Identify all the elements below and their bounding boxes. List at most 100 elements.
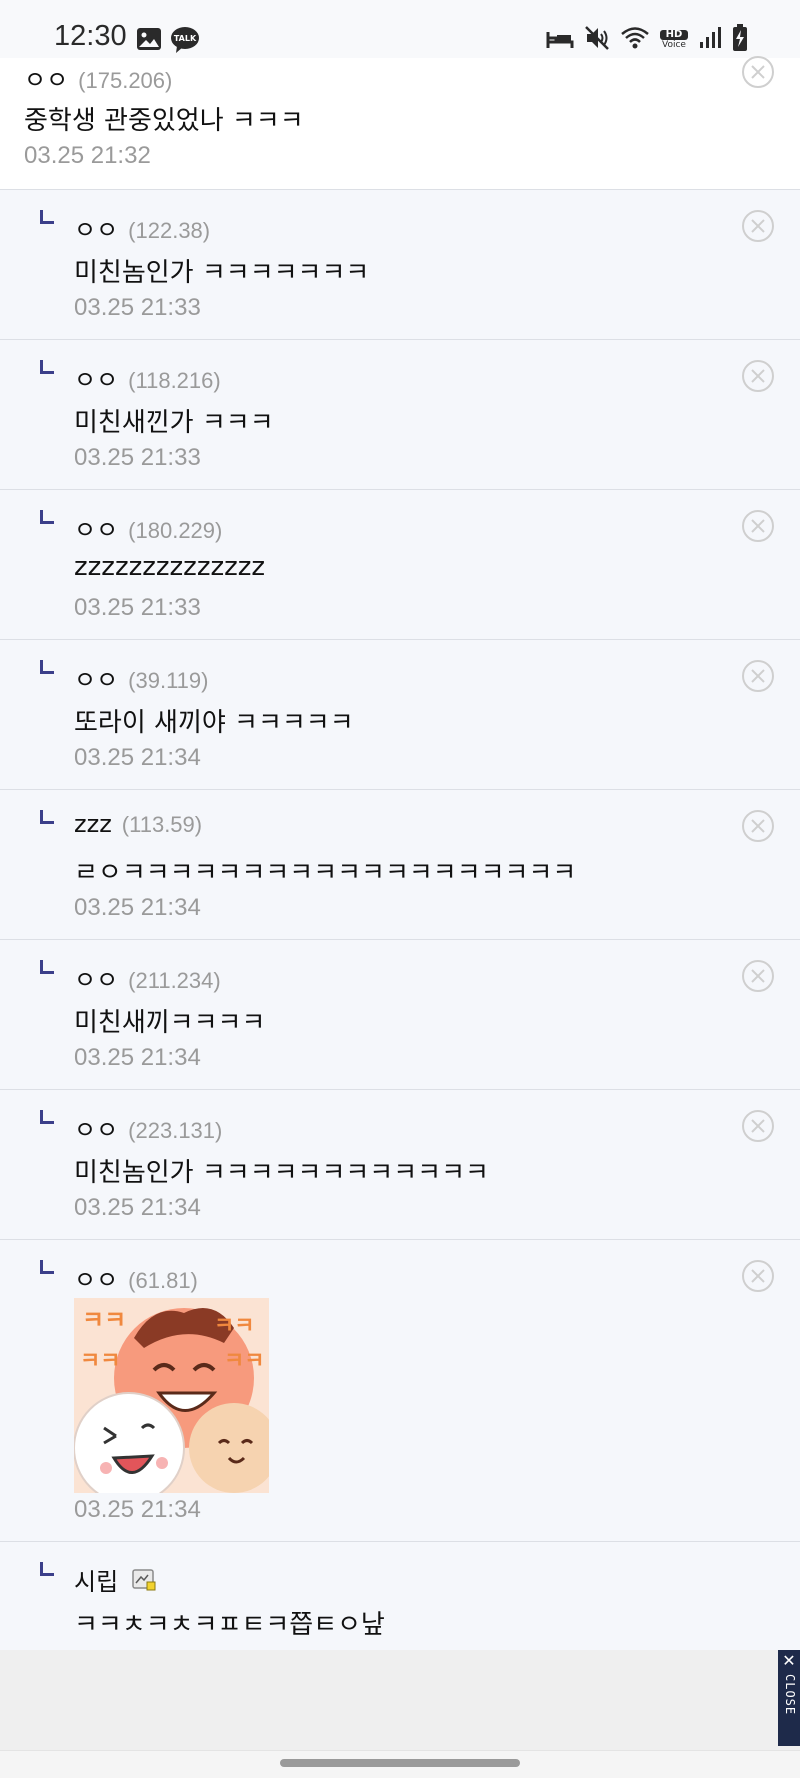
- comment-author[interactable]: 시립: [74, 1562, 156, 1597]
- comment-body: zzzzzzzzzzzzzz: [74, 552, 266, 582]
- hd-label: HD: [660, 30, 688, 40]
- comment-nickname: ㅇㅇ: [24, 66, 69, 94]
- comment-date: 03.25 21:33: [74, 444, 201, 471]
- comment-body: ㅋㅋㅊㅋㅊㅋㅍㅌㅋ쯥ㅌㅇ낲: [74, 1610, 385, 1640]
- comment-body: 미친놈인가 ㅋㅋㅋㅋㅋㅋㅋ: [74, 258, 370, 288]
- comment-nickname: zzz: [74, 810, 112, 838]
- ad-close-button[interactable]: ✕ CLOSE: [778, 1650, 800, 1746]
- close-circle-icon: [751, 519, 765, 533]
- reply-item: ㅇㅇ (61.81) ㅋㅋ ㅋㅋ ㅋㅋ ㅋㅋ 03.25 21:34: [0, 1240, 800, 1542]
- talk-badge-text: TALK: [174, 34, 197, 43]
- comment-date: 03.25 21:34: [74, 894, 201, 921]
- reply-arrow-icon: [40, 360, 54, 374]
- sticker-text: ㅋㅋ: [80, 1349, 120, 1374]
- delete-button[interactable]: [742, 210, 774, 242]
- comment-date: 03.25 21:33: [74, 294, 201, 321]
- comment-body: 미친새낀가 ㅋㅋㅋ: [74, 408, 274, 438]
- comment-ip: (122.38): [128, 218, 211, 243]
- comment-nickname: ㅇㅇ: [74, 966, 119, 994]
- laughing-sticker-image[interactable]: ㅋㅋ ㅋㅋ ㅋㅋ ㅋㅋ: [74, 1298, 269, 1493]
- reply-item: ㅇㅇ (118.216) 미친새낀가 ㅋㅋㅋ 03.25 21:33: [0, 340, 800, 490]
- mute-icon: [584, 25, 610, 55]
- hd-voice-icon: HD Voice: [660, 30, 688, 50]
- comment-author[interactable]: ㅇㅇ (211.234): [74, 960, 221, 995]
- comment-author[interactable]: ㅇㅇ (118.216): [74, 360, 221, 395]
- comment-author[interactable]: ㅇㅇ (223.131): [74, 1110, 222, 1145]
- close-label: CLOSE: [783, 1674, 797, 1716]
- reply-arrow-icon: [40, 210, 54, 224]
- wifi-icon: [620, 26, 650, 54]
- voice-label: Voice: [662, 40, 686, 50]
- reply-item: ㅇㅇ (122.38) 미친놈인가 ㅋㅋㅋㅋㅋㅋㅋ 03.25 21:33: [0, 190, 800, 340]
- delete-button[interactable]: [742, 360, 774, 392]
- close-circle-icon: [751, 819, 765, 833]
- delete-button[interactable]: [742, 56, 774, 88]
- reply-arrow-icon: [40, 1260, 54, 1274]
- close-circle-icon: [751, 369, 765, 383]
- reply-item: ㅇㅇ (223.131) 미친놈인가 ㅋㅋㅋㅋㅋㅋㅋㅋㅋㅋㅋㅋ 03.25 21:…: [0, 1090, 800, 1240]
- comment-date: 03.25 21:34: [74, 1194, 201, 1221]
- reply-arrow-icon: [40, 510, 54, 524]
- delete-button[interactable]: [742, 810, 774, 842]
- battery-charging-icon: [732, 24, 748, 56]
- comment-ip: (61.81): [128, 1268, 198, 1293]
- sleep-mode-icon: [546, 26, 574, 54]
- reply-item: ㅇㅇ (39.119) 또라이 새끼야 ㅋㅋㅋㅋㅋ 03.25 21:34: [0, 640, 800, 790]
- comment-nickname: ㅇㅇ: [74, 1116, 119, 1144]
- comment-ip: (175.206): [78, 68, 173, 93]
- sticker-text: ㅋㅋ: [224, 1349, 264, 1374]
- comment-ip: (211.234): [128, 968, 221, 993]
- close-circle-icon: [751, 669, 765, 683]
- comment-body: 또라이 새끼야 ㅋㅋㅋㅋㅋ: [74, 708, 354, 738]
- reply-arrow-icon: [40, 960, 54, 974]
- comment-body: 중학생 관중있었나 ㅋㅋㅋ: [24, 106, 304, 136]
- comment-date: 03.25 21:34: [74, 744, 201, 771]
- comment-author[interactable]: zzz (113.59): [74, 810, 202, 838]
- comment-ip: (118.216): [128, 368, 221, 393]
- close-icon: ✕: [782, 1651, 796, 1670]
- close-circle-icon: [751, 65, 765, 79]
- comment-author[interactable]: ㅇㅇ (180.229): [74, 510, 222, 545]
- delete-button[interactable]: [742, 510, 774, 542]
- comment-author[interactable]: ㅇㅇ (122.38): [74, 210, 210, 245]
- comment-body: ㄹㅇㅋㅋㅋㅋㅋㅋㅋㅋㅋㅋㅋㅋㅋㅋㅋㅋㅋㅋㅋ: [74, 858, 577, 888]
- delete-button[interactable]: [742, 960, 774, 992]
- reply-item: ㅇㅇ (211.234) 미친새끼ㅋㅋㅋㅋ 03.25 21:34: [0, 940, 800, 1090]
- reply-item: ㅇㅇ (180.229) zzzzzzzzzzzzzz 03.25 21:33: [0, 490, 800, 640]
- comment-author[interactable]: ㅇㅇ (39.119): [74, 660, 208, 695]
- reply-arrow-icon: [40, 1562, 54, 1576]
- comment-author[interactable]: ㅇㅇ (61.81): [74, 1260, 198, 1295]
- status-time: 12:30: [54, 20, 127, 52]
- comment-nickname: ㅇㅇ: [74, 216, 119, 244]
- reply-item: zzz (113.59) ㄹㅇㅋㅋㅋㅋㅋㅋㅋㅋㅋㅋㅋㅋㅋㅋㅋㅋㅋㅋㅋ 03.25 …: [0, 790, 800, 940]
- delete-button[interactable]: [742, 1260, 774, 1292]
- delete-button[interactable]: [742, 660, 774, 692]
- comment-item: ㅇㅇ (175.206) 중학생 관중있었나 ㅋㅋㅋ 03.25 21:32: [0, 56, 800, 190]
- close-circle-icon: [751, 1269, 765, 1283]
- delete-button[interactable]: [742, 1110, 774, 1142]
- sticker-text: ㅋㅋ: [82, 1306, 126, 1334]
- system-nav-bar: [0, 1750, 800, 1778]
- comment-nickname: ㅇㅇ: [74, 516, 119, 544]
- comment-author[interactable]: ㅇㅇ (175.206): [24, 60, 172, 95]
- sticker-text: ㅋㅋ: [214, 1314, 254, 1339]
- kakaotalk-icon: TALK: [170, 26, 200, 58]
- status-bar: 12:30 TALK HD Voice: [0, 0, 800, 66]
- comment-body: 미친새끼ㅋㅋㅋㅋ: [74, 1008, 266, 1038]
- status-icons: HD Voice: [546, 22, 748, 58]
- comment-nickname: ㅇㅇ: [74, 1266, 119, 1294]
- comment-nickname: 시립: [74, 1568, 119, 1596]
- gallery-member-icon: [132, 1569, 156, 1597]
- comment-body: 미친놈인가 ㅋㅋㅋㅋㅋㅋㅋㅋㅋㅋㅋㅋ: [74, 1158, 489, 1188]
- comment-date: 03.25 21:32: [24, 142, 151, 169]
- image-icon: [136, 27, 162, 55]
- home-gesture-handle[interactable]: [280, 1759, 520, 1767]
- comment-date: 03.25 21:34: [74, 1044, 201, 1071]
- reply-item: 시립 ㅋㅋㅊㅋㅊㅋㅍㅌㅋ쯥ㅌㅇ낲: [0, 1542, 800, 1652]
- signal-icon: [698, 26, 722, 54]
- comment-ip: (39.119): [128, 668, 209, 693]
- reply-arrow-icon: [40, 660, 54, 674]
- comment-ip: (180.229): [128, 518, 223, 543]
- comment-nickname: ㅇㅇ: [74, 666, 119, 694]
- close-circle-icon: [751, 1119, 765, 1133]
